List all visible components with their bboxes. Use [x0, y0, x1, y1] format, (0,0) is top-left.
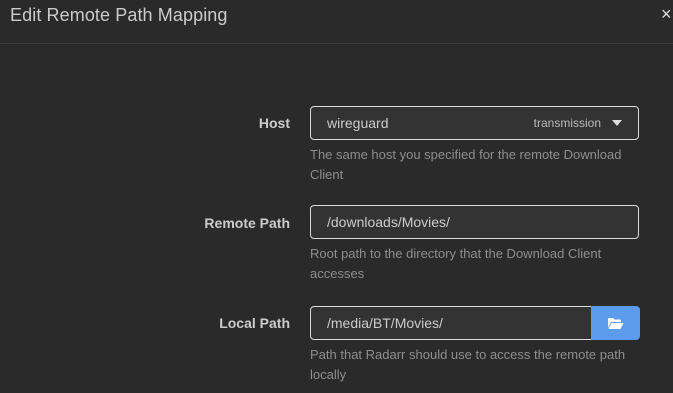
- host-hint: transmission: [533, 116, 601, 130]
- caret-down-icon: [612, 120, 622, 126]
- host-select[interactable]: wireguard transmission: [310, 106, 639, 140]
- local-path-value: /media/BT/Movies/: [327, 315, 443, 331]
- local-path-label: Local Path: [219, 315, 290, 331]
- host-label: Host: [258, 115, 290, 131]
- remote-path-value: /downloads/Movies/: [327, 214, 450, 230]
- close-icon[interactable]: ×: [661, 4, 673, 24]
- host-value: wireguard: [327, 115, 389, 131]
- local-path-input[interactable]: /media/BT/Movies/: [310, 306, 592, 340]
- remote-path-help: Root path to the directory that the Down…: [310, 246, 602, 281]
- browse-button[interactable]: [591, 306, 640, 340]
- remote-path-input[interactable]: /downloads/Movies/: [310, 205, 639, 239]
- host-help: The same host you specified for the remo…: [310, 147, 622, 182]
- local-path-help: Path that Radarr should use to access th…: [310, 347, 626, 382]
- remote-path-label: Remote Path: [204, 215, 290, 231]
- modal-title: Edit Remote Path Mapping: [10, 5, 228, 25]
- modal-header: Edit Remote Path Mapping ×: [0, 0, 673, 44]
- folder-open-icon: [608, 317, 624, 329]
